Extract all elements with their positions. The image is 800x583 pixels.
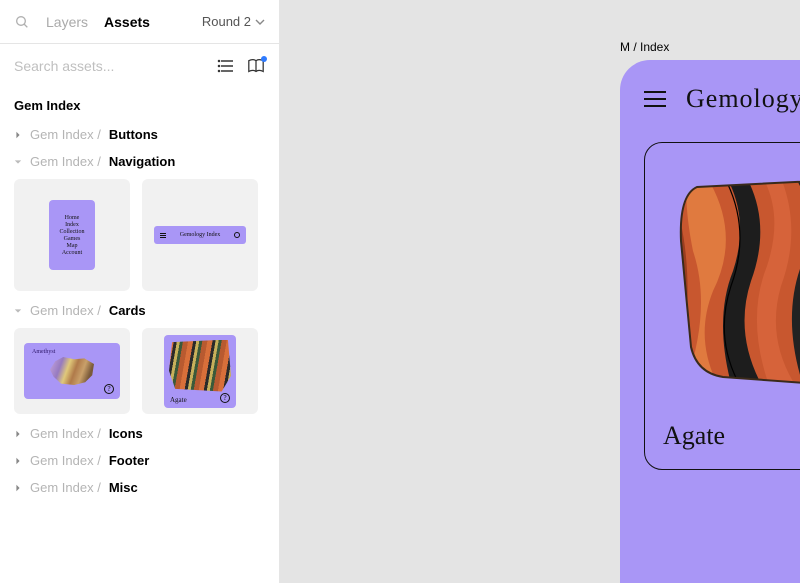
app-header: Gemology Index	[644, 84, 800, 114]
frame-label[interactable]: M / Index	[620, 40, 669, 54]
canvas[interactable]: M / Index Gemology Index	[280, 0, 800, 583]
gem-card-name: Agate	[663, 421, 725, 451]
asset-search-row	[0, 44, 279, 88]
panel-tabs: Layers Assets Round 2	[0, 0, 279, 44]
page-dropdown[interactable]: Round 2	[202, 14, 265, 29]
page-dropdown-label: Round 2	[202, 14, 251, 29]
search-icon	[234, 232, 240, 238]
library-book-icon[interactable]	[247, 57, 265, 75]
agate-image	[169, 340, 231, 392]
section-cards[interactable]: Gem Index / Cards	[14, 303, 265, 318]
chevron-down-icon	[14, 158, 22, 166]
chevron-right-icon	[14, 131, 22, 139]
frame-m-index[interactable]: Gemology Index	[620, 60, 800, 583]
amethyst-image	[50, 357, 94, 385]
asset-search-input[interactable]	[14, 58, 205, 74]
search-icon[interactable]	[14, 14, 30, 30]
page-title: Gemology Index	[686, 84, 800, 114]
preview-card-wide: Amethyst ?	[24, 343, 120, 399]
preview-header-bar: Gemology Index	[154, 226, 246, 244]
question-icon: ?	[220, 393, 230, 403]
asset-thumb-nav-menu[interactable]: Home Index Collection Games Map Account	[14, 179, 130, 291]
hamburger-icon	[160, 233, 166, 238]
asset-thumb-nav-bar[interactable]: Gemology Index	[142, 179, 258, 291]
section-buttons[interactable]: Gem Index / Buttons	[14, 127, 265, 142]
asset-thumb-card-agate[interactable]: Agate ?	[142, 328, 258, 414]
list-view-icon[interactable]	[217, 57, 235, 75]
section-misc[interactable]: Gem Index / Misc	[14, 480, 265, 495]
assets-list: Gem Index Gem Index / Buttons Gem Index …	[0, 88, 279, 583]
section-icons[interactable]: Gem Index / Icons	[14, 426, 265, 441]
chevron-right-icon	[14, 457, 22, 465]
tab-layers[interactable]: Layers	[46, 14, 88, 30]
hamburger-icon[interactable]	[644, 91, 666, 107]
library-name: Gem Index	[14, 98, 265, 113]
assets-panel: Layers Assets Round 2 Gem Index Gem I	[0, 0, 280, 583]
asset-thumb-card-amethyst[interactable]: Amethyst ?	[14, 328, 130, 414]
preview-card-small: Agate ?	[164, 335, 236, 408]
chevron-down-icon	[14, 307, 22, 315]
preview-mobile-menu: Home Index Collection Games Map Account	[49, 200, 95, 270]
chevron-right-icon	[14, 484, 22, 492]
section-footer[interactable]: Gem Index / Footer	[14, 453, 265, 468]
gem-card[interactable]: Agate ?	[644, 142, 800, 470]
chevron-down-icon	[255, 17, 265, 27]
chevron-right-icon	[14, 430, 22, 438]
tab-assets[interactable]: Assets	[104, 14, 150, 30]
agate-illustration	[673, 171, 800, 391]
section-navigation[interactable]: Gem Index / Navigation	[14, 154, 265, 169]
gem-card-image	[663, 163, 800, 399]
question-icon: ?	[104, 384, 114, 394]
